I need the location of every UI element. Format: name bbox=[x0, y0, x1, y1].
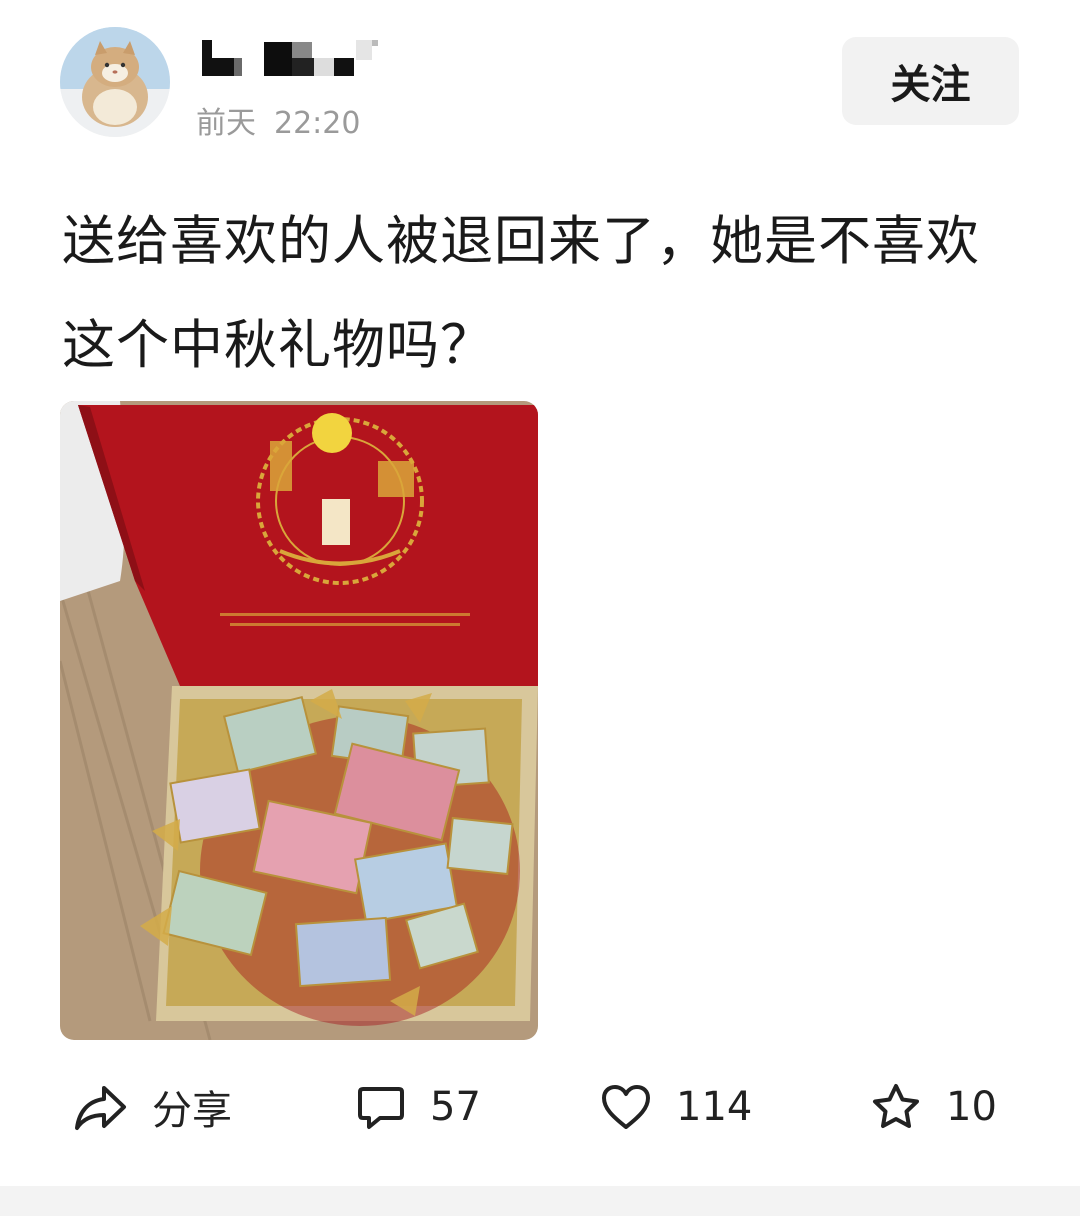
timestamp-time: 22:20 bbox=[274, 106, 361, 141]
post-timestamp: 前天 22:20 bbox=[196, 98, 360, 142]
action-bar: 分享 57 114 10 bbox=[0, 1072, 1080, 1142]
like-button[interactable]: 114 bbox=[600, 1072, 752, 1142]
username-obscured[interactable] bbox=[196, 36, 396, 82]
comment-count: 57 bbox=[430, 1084, 481, 1130]
comment-icon bbox=[358, 1087, 404, 1129]
bottom-divider bbox=[0, 1186, 1080, 1216]
favorite-button[interactable]: 10 bbox=[870, 1072, 997, 1142]
share-label: 分享 bbox=[152, 1088, 232, 1134]
post-image[interactable] bbox=[60, 401, 538, 1040]
share-button[interactable]: 分享 bbox=[74, 1072, 232, 1142]
post-text: 送给喜欢的人被退回来了，她是不喜欢这个中秋礼物吗？ bbox=[62, 211, 980, 376]
heart-icon bbox=[602, 1085, 650, 1129]
like-count: 114 bbox=[676, 1084, 753, 1130]
mooncake-box-photo bbox=[60, 401, 538, 1040]
timestamp-day: 前天 bbox=[196, 106, 256, 141]
star-icon bbox=[873, 1084, 919, 1128]
share-icon bbox=[75, 1086, 126, 1130]
avatar[interactable] bbox=[60, 27, 170, 137]
pixelated-username bbox=[202, 40, 378, 76]
comment-button[interactable]: 57 bbox=[356, 1072, 481, 1142]
follow-button[interactable]: 关注 bbox=[842, 37, 1019, 125]
favorite-count: 10 bbox=[946, 1084, 997, 1130]
avatar-cat-image bbox=[60, 27, 170, 137]
